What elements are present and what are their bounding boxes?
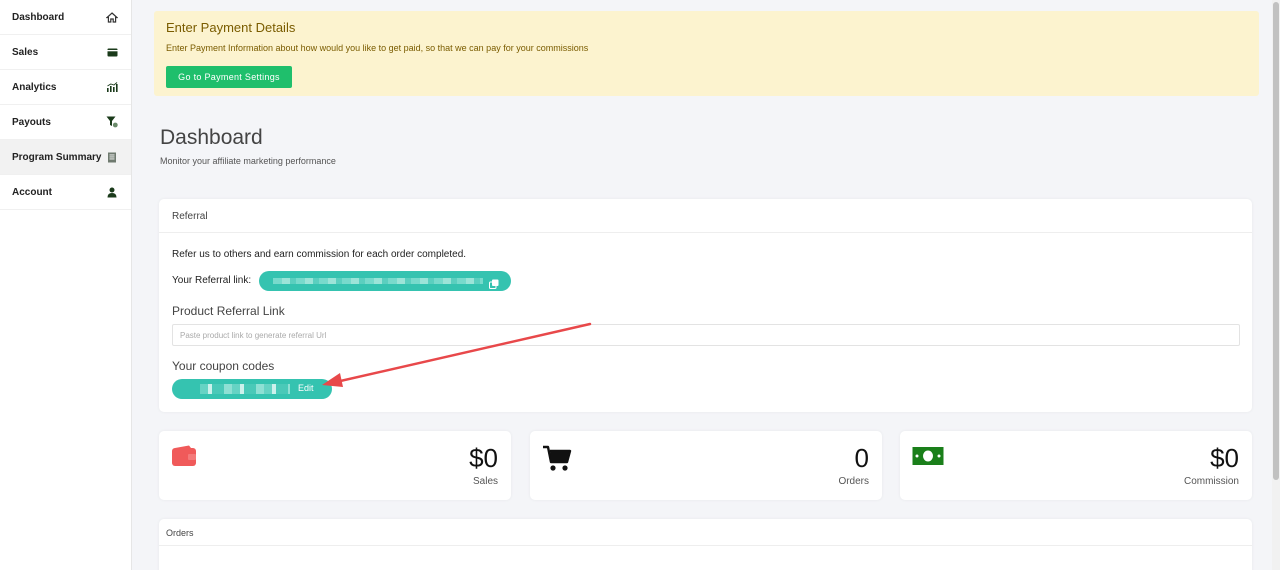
orders-stat-card: 0 Orders xyxy=(530,431,882,500)
coupon-code-pill[interactable]: Edit xyxy=(172,379,332,399)
cart-icon xyxy=(542,445,572,478)
sidebar-item-label: Account xyxy=(12,186,52,198)
orders-card-header: Orders xyxy=(159,519,1252,546)
coupon-code-blurred xyxy=(200,384,290,394)
user-icon xyxy=(105,185,119,199)
sales-label: Sales xyxy=(472,476,498,487)
copy-icon[interactable] xyxy=(489,276,499,289)
sidebar-item-label: Payouts xyxy=(12,116,51,128)
payment-details-banner: Enter Payment Details Enter Payment Info… xyxy=(154,11,1259,96)
sidebar-item-account[interactable]: Account xyxy=(0,175,131,210)
sidebar-item-payouts[interactable]: Payouts xyxy=(0,105,131,140)
coupon-codes-title: Your coupon codes xyxy=(172,359,275,373)
commission-stat-card: $0 Commission xyxy=(900,431,1252,500)
money-icon xyxy=(912,445,944,472)
sidebar-item-label: Sales xyxy=(12,46,39,58)
sidebar-item-analytics[interactable]: Analytics xyxy=(0,70,131,105)
go-to-payment-settings-button[interactable]: Go to Payment Settings xyxy=(166,66,292,88)
referral-link-blurred xyxy=(273,278,483,284)
referral-link-pill[interactable] xyxy=(259,271,511,291)
sales-stat-card: $0 Sales xyxy=(159,431,511,500)
sales-value: $0 xyxy=(469,443,498,473)
sidebar-item-sales[interactable]: Sales xyxy=(0,35,131,70)
page-title: Dashboard xyxy=(160,126,263,149)
banner-text: Enter Payment Information about how woul… xyxy=(166,43,589,53)
referral-card-header: Referral xyxy=(159,199,1252,233)
orders-card: Orders xyxy=(159,519,1252,570)
orders-value: 0 xyxy=(854,443,869,473)
sidebar-item-program-summary[interactable]: Program Summary xyxy=(0,140,131,175)
home-icon xyxy=(105,10,119,24)
commission-label: Commission xyxy=(1183,476,1239,487)
page-subtitle: Monitor your affiliate marketing perform… xyxy=(160,156,336,166)
referral-intro: Refer us to others and earn commission f… xyxy=(172,249,467,260)
scrollbar-thumb[interactable] xyxy=(1273,2,1279,480)
document-icon xyxy=(105,150,119,164)
sidebar-item-dashboard[interactable]: Dashboard xyxy=(0,0,131,35)
bar-chart-icon xyxy=(105,80,119,94)
commission-value: $0 xyxy=(1210,443,1239,473)
sidebar-item-label: Program Summary xyxy=(12,151,102,163)
referral-card: Referral Refer us to others and earn com… xyxy=(159,199,1252,412)
sidebar-item-label: Analytics xyxy=(12,81,57,93)
page-scrollbar[interactable] xyxy=(1272,0,1280,570)
orders-label: Orders xyxy=(838,476,869,487)
sidebar: Dashboard Sales Analytics Payouts Progra… xyxy=(0,0,132,570)
card-icon xyxy=(105,45,119,59)
banner-title: Enter Payment Details xyxy=(166,20,296,35)
wallet-icon xyxy=(171,445,197,472)
product-referral-title: Product Referral Link xyxy=(172,304,285,318)
product-link-input[interactable] xyxy=(172,324,1240,346)
referral-link-label: Your Referral link: xyxy=(172,275,252,286)
sidebar-item-label: Dashboard xyxy=(12,11,65,23)
filter-icon xyxy=(105,115,119,129)
coupon-edit-button[interactable]: Edit xyxy=(298,383,314,393)
